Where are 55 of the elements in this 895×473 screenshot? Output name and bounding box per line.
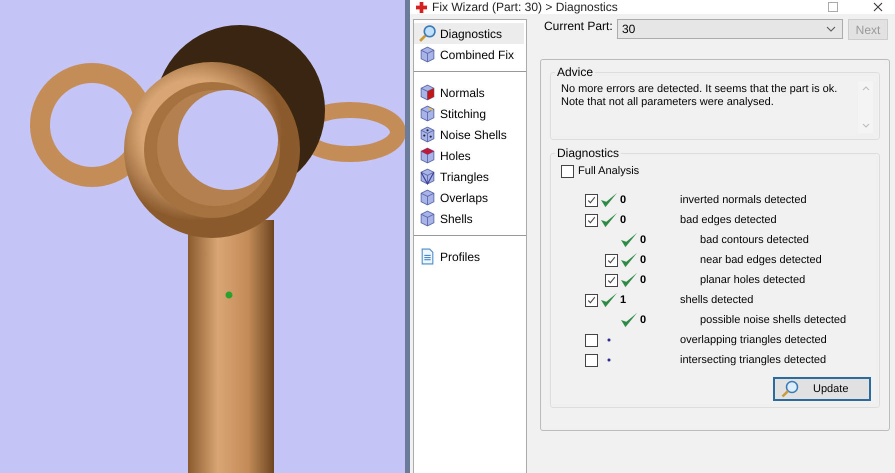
close-icon[interactable] bbox=[873, 2, 883, 12]
cube-top-icon bbox=[419, 147, 436, 164]
magnifier-icon bbox=[419, 25, 436, 42]
shaded-cube-icon bbox=[419, 84, 436, 101]
sidebar-item[interactable]: Combined Fix bbox=[414, 44, 524, 65]
diagnostic-label: near bad edges detected bbox=[700, 254, 822, 266]
row-checkbox[interactable] bbox=[585, 354, 598, 366]
sidebar-item[interactable]: Holes bbox=[414, 145, 524, 166]
sidebar-item[interactable]: Stitching bbox=[414, 103, 524, 124]
sidebar-item[interactable]: Normals bbox=[414, 82, 524, 103]
current-part-label: Current Part: bbox=[543, 19, 614, 33]
window-title: Fix Wizard (Part: 30) > Diagnostics bbox=[432, 0, 619, 14]
row-checkbox[interactable] bbox=[605, 274, 618, 286]
current-part-dropdown[interactable]: 30 bbox=[617, 19, 843, 39]
diagnostic-label: shells detected bbox=[680, 294, 754, 306]
row-checkbox[interactable] bbox=[585, 194, 598, 206]
triangle-cube-icon bbox=[419, 168, 436, 185]
count-text: 0 bbox=[640, 234, 646, 246]
sidebar-item[interactable]: Triangles bbox=[414, 166, 524, 187]
diagnostic-label: bad contours detected bbox=[700, 234, 809, 246]
sidebar-item[interactable]: Diagnostics bbox=[414, 23, 524, 44]
caret-icon bbox=[826, 26, 836, 32]
cube-icon bbox=[419, 210, 436, 227]
diagnostic-label: intersecting triangles detected bbox=[680, 354, 826, 366]
app-cross-icon bbox=[416, 2, 427, 12]
diagnostics-legend: Diagnostics bbox=[555, 146, 622, 160]
diagnostic-label: inverted normals detected bbox=[680, 194, 807, 206]
count-text: 0 bbox=[620, 194, 626, 206]
diagnostic-label: overlapping triangles detected bbox=[680, 334, 827, 346]
diagnostic-label: possible noise shells detected bbox=[700, 314, 846, 326]
row-checkbox[interactable] bbox=[585, 214, 598, 226]
update-button[interactable]: Update bbox=[773, 377, 871, 401]
count-text: 0 bbox=[620, 214, 626, 226]
diagnostic-label: planar holes detected bbox=[700, 274, 806, 286]
sidebar-item[interactable]: Shells bbox=[414, 208, 524, 229]
row-checkbox[interactable] bbox=[585, 334, 598, 346]
stitched-cube-icon bbox=[419, 105, 436, 122]
diagnostic-label: bad edges detected bbox=[680, 214, 777, 226]
dotted-cube-icon bbox=[419, 126, 436, 143]
overlapping-cubes-icon bbox=[419, 189, 436, 206]
sidebar-item[interactable]: Overlaps bbox=[414, 187, 524, 208]
count-text: 0 bbox=[640, 254, 646, 266]
advice-text: No more errors are detected. It seems that the part is ok. Note that not all parameters were analysed. bbox=[561, 82, 838, 110]
full-analysis-label: Full Analysis bbox=[578, 165, 640, 177]
count-text: 1 bbox=[620, 294, 626, 306]
advice-legend: Advice bbox=[555, 65, 596, 79]
full-analysis-checkbox[interactable] bbox=[561, 164, 574, 178]
count-text: 0 bbox=[640, 314, 646, 326]
document-icon bbox=[419, 248, 436, 265]
sidebar-item[interactable]: Noise Shells bbox=[414, 124, 524, 145]
sidebar-item[interactable]: Profiles bbox=[414, 246, 524, 267]
magnifier-icon bbox=[781, 380, 799, 398]
row-checkbox[interactable] bbox=[605, 254, 618, 266]
count-text: 0 bbox=[640, 274, 646, 286]
row-checkbox[interactable] bbox=[585, 294, 598, 306]
